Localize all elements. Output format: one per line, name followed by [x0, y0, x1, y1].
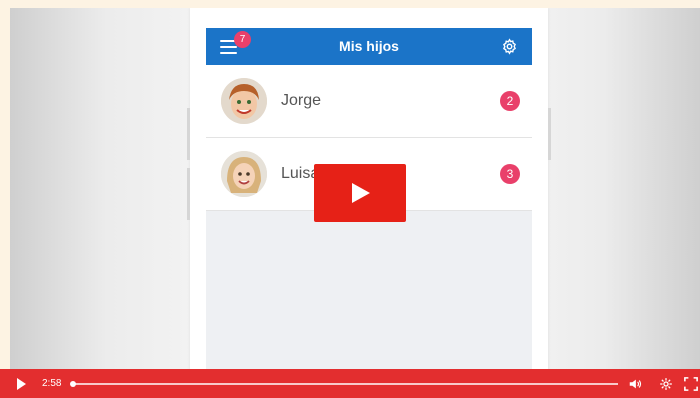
progress-bar[interactable]	[70, 381, 618, 387]
volume-icon[interactable]	[628, 377, 642, 391]
fullscreen-icon[interactable]	[684, 377, 698, 391]
notification-badge: 2	[500, 91, 520, 111]
video-time: 2:58	[42, 378, 62, 389]
notification-badge: 3	[500, 164, 520, 184]
avatar	[221, 151, 267, 197]
video-frame[interactable]: 7 Mis hijos Jorge 2 Luisa 3	[10, 8, 700, 398]
play-icon[interactable]	[17, 378, 26, 390]
app-bar: 7 Mis hijos	[206, 28, 532, 65]
video-controls: 2:58	[0, 369, 700, 398]
phone-side-button	[187, 108, 190, 160]
page-title: Mis hijos	[339, 38, 399, 54]
play-icon	[352, 183, 370, 203]
settings-icon[interactable]	[659, 377, 673, 391]
child-row-jorge[interactable]: Jorge 2	[206, 65, 532, 138]
play-button[interactable]	[314, 164, 406, 222]
child-name: Jorge	[281, 92, 322, 109]
phone-side-button	[187, 168, 190, 220]
avatar	[221, 78, 267, 124]
gear-icon[interactable]	[501, 38, 518, 55]
progress-handle[interactable]	[70, 381, 76, 387]
phone-side-button	[548, 108, 551, 160]
